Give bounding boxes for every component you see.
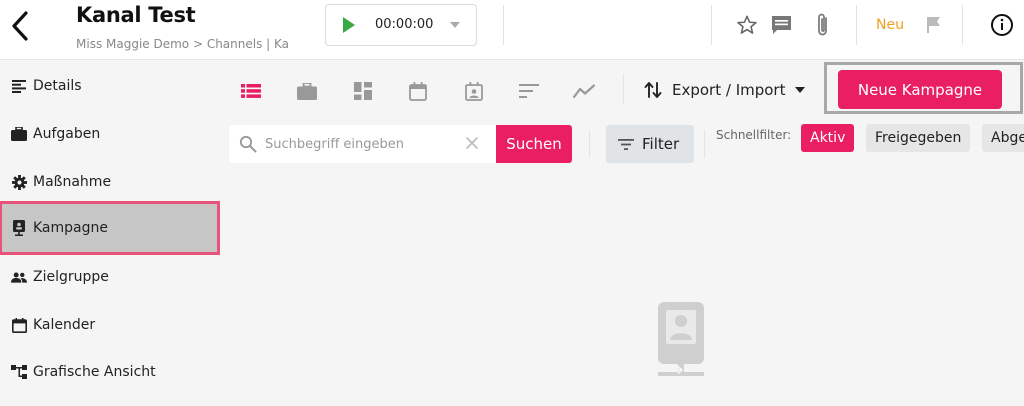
sidebar-item-label: Kalender	[33, 317, 96, 333]
divider	[711, 5, 712, 45]
caret-down-icon	[795, 87, 806, 93]
sidebar-item-label: Kampagne	[33, 220, 108, 236]
chevron-down-icon[interactable]	[450, 22, 460, 28]
search-box	[229, 125, 497, 163]
comment-icon[interactable]	[769, 12, 795, 38]
divider	[589, 130, 590, 158]
sidebar-item-grafische-ansicht[interactable]: Grafische Ansicht	[2, 348, 217, 396]
chip-freigegeben[interactable]: Freigegeben	[866, 124, 971, 152]
list-icon	[11, 78, 27, 94]
sidebar-item-kampagne[interactable]: Kampagne	[0, 201, 220, 255]
sidebar-item-label: Details	[33, 78, 82, 94]
breadcrumb[interactable]: Miss Maggie Demo > Channels | Ka	[76, 37, 298, 51]
chip-aktiv[interactable]: Aktiv	[801, 124, 855, 152]
new-campaign-button[interactable]: Neue Kampagne	[838, 70, 1002, 109]
info-icon[interactable]	[990, 13, 1014, 37]
quick-filter-label: Schnellfilter:	[716, 128, 792, 142]
chevron-left-icon	[12, 11, 28, 41]
sidebar-item-zielgruppe[interactable]: Zielgruppe	[2, 253, 217, 301]
sidebar-item-massnahme[interactable]: Maßnahme	[2, 158, 217, 206]
gantt-view-icon[interactable]	[518, 80, 540, 102]
new-badge[interactable]: Neu	[876, 17, 904, 33]
play-icon[interactable]	[342, 17, 356, 33]
paperclip-icon[interactable]	[810, 12, 836, 38]
timer-value: 00:00:00	[375, 17, 434, 32]
sidebar-item-aufgaben[interactable]: Aufgaben	[2, 110, 217, 158]
time-tracker[interactable]: 00:00:00	[325, 4, 477, 46]
people-icon	[11, 269, 27, 285]
gear-icon	[11, 174, 27, 190]
divider	[704, 130, 705, 158]
chip-abgeschlossen[interactable]: Abge	[982, 124, 1024, 152]
page-title: Kanal Test	[76, 3, 196, 27]
sidebar: Details Aufgaben Maßnahme Kampagne Zielg…	[0, 60, 222, 406]
sidebar-item-details[interactable]: Details	[2, 62, 217, 110]
tree-icon	[11, 364, 27, 380]
sidebar-item-label: Grafische Ansicht	[33, 364, 156, 380]
search-icon	[239, 135, 257, 153]
flag-icon[interactable]	[921, 12, 947, 38]
divider	[623, 74, 624, 104]
divider	[856, 5, 857, 45]
search-input[interactable]	[265, 133, 455, 155]
star-icon[interactable]	[734, 12, 760, 38]
clear-icon[interactable]	[465, 136, 479, 150]
campaign-icon	[11, 220, 27, 236]
export-import-label: Export / Import	[672, 81, 786, 99]
filter-icon	[618, 138, 634, 150]
sort-arrows-icon	[644, 82, 662, 98]
filter-label: Filter	[642, 135, 680, 153]
briefcase-icon	[11, 126, 27, 142]
card-view-icon[interactable]	[296, 80, 318, 102]
dashboard-view-icon[interactable]	[352, 80, 374, 102]
calendar-icon	[11, 317, 27, 333]
list-view-icon[interactable]	[240, 80, 262, 102]
sidebar-item-label: Zielgruppe	[33, 269, 109, 285]
sidebar-item-kalender[interactable]: Kalender	[2, 301, 217, 349]
calendar-view-icon[interactable]	[407, 80, 429, 102]
search-button[interactable]: Suchen	[496, 125, 572, 163]
divider	[503, 5, 504, 45]
sidebar-item-label: Maßnahme	[33, 174, 112, 190]
back-button[interactable]	[6, 8, 34, 44]
app-header: Kanal Test Miss Maggie Demo > Channels |…	[0, 0, 1024, 60]
filter-button[interactable]: Filter	[606, 125, 694, 163]
divider	[962, 5, 963, 45]
empty-campaign-icon	[658, 302, 704, 376]
export-import-button[interactable]: Export / Import	[644, 77, 806, 103]
chart-view-icon[interactable]	[573, 80, 595, 102]
sidebar-item-label: Aufgaben	[33, 126, 101, 142]
planner-view-icon[interactable]	[463, 80, 485, 102]
